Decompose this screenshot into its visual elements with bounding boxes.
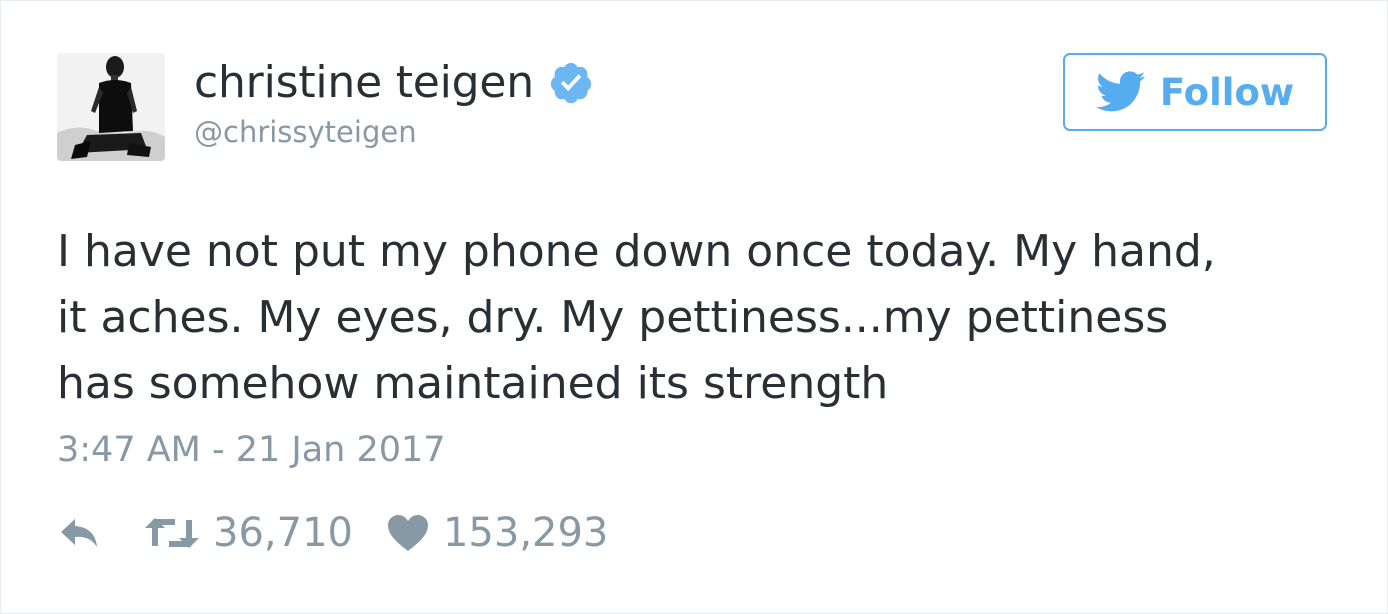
- name-row: christine teigen: [194, 57, 594, 109]
- author-info: christine teigen @chrissyteigen: [194, 57, 594, 149]
- follow-button[interactable]: Follow: [1063, 53, 1327, 131]
- heart-icon: [387, 515, 428, 551]
- like-count: 153,293: [442, 510, 609, 556]
- tweet-card: christine teigen @chrissyteigen Follow I…: [0, 0, 1388, 614]
- like-button[interactable]: 153,293: [387, 510, 608, 556]
- retweet-button[interactable]: 36,710: [145, 510, 353, 556]
- tweet-actions: 36,710 153,293: [57, 503, 608, 563]
- author-handle[interactable]: @chrissyteigen: [194, 115, 594, 149]
- follow-button-label: Follow: [1159, 70, 1295, 114]
- twitter-bird-icon: [1095, 71, 1146, 112]
- retweet-icon: [145, 518, 199, 548]
- retweet-count: 36,710: [213, 510, 353, 556]
- reply-button[interactable]: [57, 515, 101, 551]
- tweet-timestamp[interactable]: 3:47 AM - 21 Jan 2017: [57, 427, 446, 473]
- tweet-text: I have not put my phone down once today.…: [57, 226, 1216, 409]
- author-avatar[interactable]: [57, 53, 165, 161]
- display-name[interactable]: christine teigen: [194, 57, 534, 109]
- profile-photo: [57, 53, 165, 161]
- reply-icon: [61, 519, 97, 547]
- verified-badge-icon: [548, 60, 594, 106]
